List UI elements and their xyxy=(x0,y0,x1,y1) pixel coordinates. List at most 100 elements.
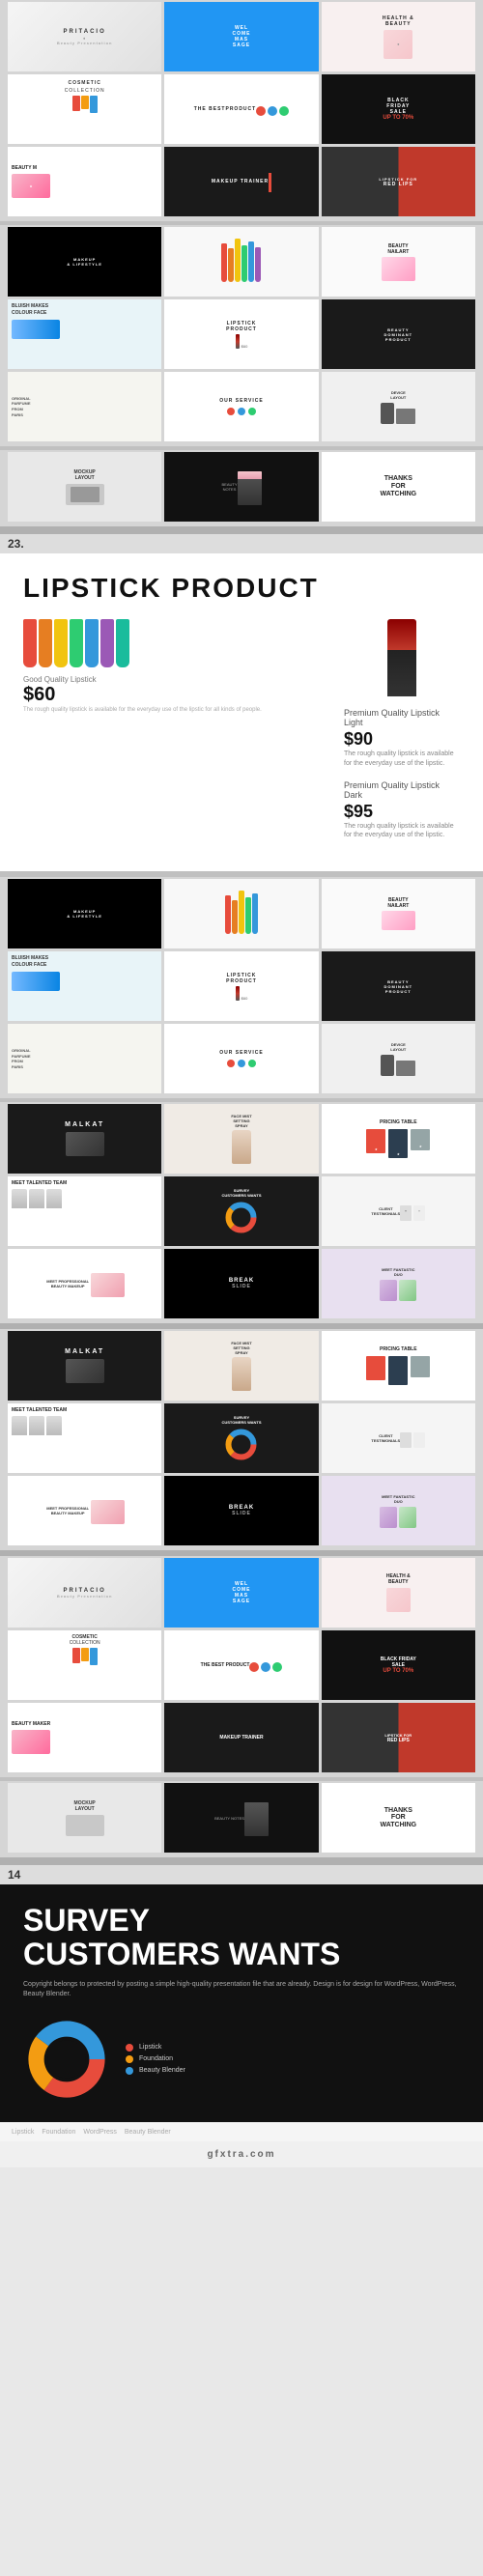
crayon-purple xyxy=(100,619,114,667)
slide-makeup-trainer[interactable]: MAKEUP TRAINER xyxy=(164,147,318,216)
slide-pro-beauty-2[interactable]: MEET PROFESSIONALBEAUTY MAKEUP xyxy=(8,1476,161,1545)
thumb-row-13: MEET PROFESSIONALBEAUTY MAKEUP BREAK SLI… xyxy=(4,1249,479,1318)
slide-pricing[interactable]: PRICING TABLE ★ ★ ★ xyxy=(322,1104,475,1174)
slide-lipstick-product-2[interactable]: LIPSTICK PRODUCT $60 xyxy=(164,951,318,1021)
slide-mockup[interactable]: MOCKUP LAYOUT xyxy=(8,452,161,522)
slide-colorful-2[interactable] xyxy=(164,879,318,948)
slide-our-service-2[interactable]: OUR SERVICE xyxy=(164,1024,318,1093)
slide-survey-sm[interactable]: SURVEYCUSTOMERS WANTS xyxy=(164,1176,318,1246)
slide-best-product-3[interactable]: THE BEST PRODUCT xyxy=(164,1630,318,1700)
legend-foundation: Foundation xyxy=(126,2055,185,2063)
thumb-row-6: ORIGINALPARFUMEFROMPARIS OUR SERVICE DEV… xyxy=(4,372,479,441)
slide-malkat-2[interactable]: MALKAT xyxy=(8,1331,161,1401)
slide-original-parfume-2[interactable]: ORIGINALPARFUMEFROMPARIS xyxy=(8,1024,161,1093)
section-14-label: 14 xyxy=(0,1865,483,1884)
slide-survey-sm-2[interactable]: SURVEYCUSTOMERS WANTS xyxy=(164,1403,318,1473)
thumb-row-3: BEAUTY M ✿ MAKEUP TRAINER LIPSTICK FOR R… xyxy=(4,147,479,216)
slide-device-layout[interactable]: DEVICELAYOUT xyxy=(322,372,475,441)
slide-thanks-2[interactable]: THANKSFORWATCHING xyxy=(322,1783,475,1853)
slide-colorful-pencils[interactable] xyxy=(164,227,318,297)
slide-pro-beauty[interactable]: MEET PROFESSIONALBEAUTY MAKEUP xyxy=(8,1249,161,1318)
slide-malkat[interactable]: MALKAT xyxy=(8,1104,161,1174)
footer-link-foundation: Foundation xyxy=(42,2129,75,2136)
slide-lipstick-red-3[interactable]: LIPSTICK FOR RED LIPS xyxy=(322,1703,475,1772)
legend-items: Lipstick Foundation Beauty Blender xyxy=(126,2044,185,2075)
product2-price: $95 xyxy=(344,802,460,822)
product2-item: Premium Quality Lipstick Dark $95 The ro… xyxy=(344,780,460,841)
slide-makeup-lifestyle[interactable]: MAKEUP& LIFESTYLE xyxy=(8,227,161,297)
slide-pritacio[interactable]: PRITACIO ♦ Beauty Presentation xyxy=(8,2,161,71)
lipstick-feature-slide: LIPSTICK PRODUCT Good Quality Lipstick xyxy=(0,553,483,871)
slide-makeup-trainer-3[interactable]: MAKEUP TRAINER xyxy=(164,1703,318,1772)
slide-bluish[interactable]: BLUISH MAKESCOLOUR FACE xyxy=(8,299,161,369)
slide-beauty-maker-3[interactable]: BEAUTY MAKER xyxy=(8,1703,161,1772)
slide-mockup-2[interactable]: MOCKUP LAYOUT xyxy=(8,1783,161,1853)
survey-feature-slide: SURVEYCUSTOMERS WANTS Copyright belongs … xyxy=(0,1884,483,2121)
slide-fantastic-2[interactable]: MEET FANTASTICDUO xyxy=(322,1476,475,1545)
thumb-row-19: BEAUTY MAKER MAKEUP TRAINER LIPSTICK FOR… xyxy=(4,1703,479,1772)
slide-welcome[interactable]: WEL COME MAS SAGE xyxy=(164,2,318,71)
thumb-row-2: COSMETIC COLLECTION THE BEST PRODUCT xyxy=(4,74,479,144)
lipstick-title: LIPSTICK PRODUCT xyxy=(23,573,460,604)
thumb-row-10: ORIGINALPARFUMEFROMPARIS OUR SERVICE DEV… xyxy=(4,1024,479,1093)
product1-label: Premium Quality Lipstick Light xyxy=(344,708,460,727)
slide-device-layout-2[interactable]: DEVICELAYOUT xyxy=(322,1024,475,1093)
slide-beauty-nailart[interactable]: BEAUTY NAILART xyxy=(322,227,475,297)
thumb-row-18: COSMETIC COLLECTION THE BEST PRODUCT xyxy=(4,1630,479,1700)
section-group-6: MALKAT FACE MISTSETTINGSPRAY PRICING TAB… xyxy=(0,1329,483,1550)
thumb-row-15: MEET TALENTED TEAM SURVEYCUSTOMERS WANTS xyxy=(4,1403,479,1473)
product2-label: Premium Quality Lipstick Dark xyxy=(344,780,460,800)
watermark-bar: Lipstick Foundation WordPress Beauty Ble… xyxy=(0,2122,483,2141)
cheap-label: Good Quality Lipstick xyxy=(23,675,97,684)
legend-lipstick: Lipstick xyxy=(126,2044,185,2052)
page-wrapper: PRITACIO ♦ Beauty Presentation WEL COME … xyxy=(0,0,483,2167)
legend-dot-beauty-blender xyxy=(126,2067,133,2075)
slide-pritacio-3[interactable]: PRITACIO Beauty Presentation xyxy=(8,1558,161,1628)
slide-original-parfume[interactable]: ORIGINALPARFUMEFROMPARIS xyxy=(8,372,161,441)
donut-chart xyxy=(23,2016,110,2103)
section-number: 23. xyxy=(8,537,24,551)
slide-pricing-2[interactable]: PRICING TABLE xyxy=(322,1331,475,1401)
slide-beauty-nailart-2[interactable]: BEAUTY NAILART xyxy=(322,879,475,948)
product2-desc: The rough quality lipstick is available … xyxy=(344,822,460,841)
slide-cosmetic-3[interactable]: COSMETIC COLLECTION xyxy=(8,1630,161,1700)
crayon-blue xyxy=(85,619,99,667)
slide-beauty-notes-2[interactable]: BEAUTY NOTES xyxy=(164,1783,318,1853)
thumb-row-17: PRITACIO Beauty Presentation WEL COME MA… xyxy=(4,1558,479,1628)
slide-black-friday[interactable]: BLACK FRIDAY SALE UP TO 70% xyxy=(322,74,475,144)
slide-makeup-lifestyle-2[interactable]: MAKEUP& LIFESTYLE xyxy=(8,879,161,948)
section-group-5: MALKAT FACE MISTSETTINGSPRAY PRICING TAB… xyxy=(0,1102,483,1323)
slide-health[interactable]: HEALTH & BEAUTY ● xyxy=(322,2,475,71)
slide-black-friday-3[interactable]: BLACK FRIDAY SALE UP TO 70% xyxy=(322,1630,475,1700)
slide-thanks[interactable]: THANKSFORWATCHING xyxy=(322,452,475,522)
slide-beauty-dominant[interactable]: BEAUTY DOMINANT PRODUCT xyxy=(322,299,475,369)
slide-beauty-m[interactable]: BEAUTY M ✿ xyxy=(8,147,161,216)
slide-meet-team[interactable]: MEET TALENTED TEAM xyxy=(8,1176,161,1246)
slide-testimonials[interactable]: CLIENTTESTIMONIALS " " xyxy=(322,1176,475,1246)
thumb-row-1: PRITACIO ♦ Beauty Presentation WEL COME … xyxy=(4,2,479,71)
slide-lipstick-red[interactable]: LIPSTICK FOR RED LIPS xyxy=(322,147,475,216)
slide-break-2[interactable]: BREAK SLIDE xyxy=(164,1476,318,1545)
product1-desc: The rough quality lipstick is available … xyxy=(344,750,460,769)
slide-face-mist-2[interactable]: FACE MISTSETTINGSPRAY xyxy=(164,1331,318,1401)
crayon-block xyxy=(23,619,321,667)
slide-fantastic-duo[interactable]: MEET FANTASTICDUO xyxy=(322,1249,475,1318)
slide-cosmetic[interactable]: COSMETIC COLLECTION xyxy=(8,74,161,144)
slide-bluish-2[interactable]: BLUISH MAKESCOLOUR FACE xyxy=(8,951,161,1021)
cheap-desc: The rough quality lipstick is available … xyxy=(23,706,321,714)
lipstick-bottle-illustration xyxy=(387,619,416,696)
section-group-4: MAKEUP& LIFESTYLE BEAUTY NAIL xyxy=(0,877,483,1098)
slide-best-product[interactable]: THE BEST PRODUCT xyxy=(164,74,318,144)
slide-beauty-notes[interactable]: BEAUTYNOTES xyxy=(164,452,318,522)
separator-9 xyxy=(0,1857,483,1865)
slide-our-service[interactable]: OUR SERVICE xyxy=(164,372,318,441)
slide-testimonials-2[interactable]: CLIENTTESTIMONIALS xyxy=(322,1403,475,1473)
slide-break[interactable]: BREAK SLIDE xyxy=(164,1249,318,1318)
slide-lipstick-product-sm[interactable]: LIPSTICK PRODUCT $60 xyxy=(164,299,318,369)
slide-face-mist[interactable]: FACE MISTSETTINGSPRAY xyxy=(164,1104,318,1174)
slide-meet-team-2[interactable]: MEET TALENTED TEAM xyxy=(8,1403,161,1473)
slide-beauty-dominant-2[interactable]: BEAUTY DOMINANT PRODUCT xyxy=(322,951,475,1021)
site-logo-text: gfxtra.com xyxy=(207,2149,275,2160)
slide-health-3[interactable]: HEALTH & BEAUTY xyxy=(322,1558,475,1628)
slide-welcome-3[interactable]: WEL COME MAS SAGE xyxy=(164,1558,318,1628)
